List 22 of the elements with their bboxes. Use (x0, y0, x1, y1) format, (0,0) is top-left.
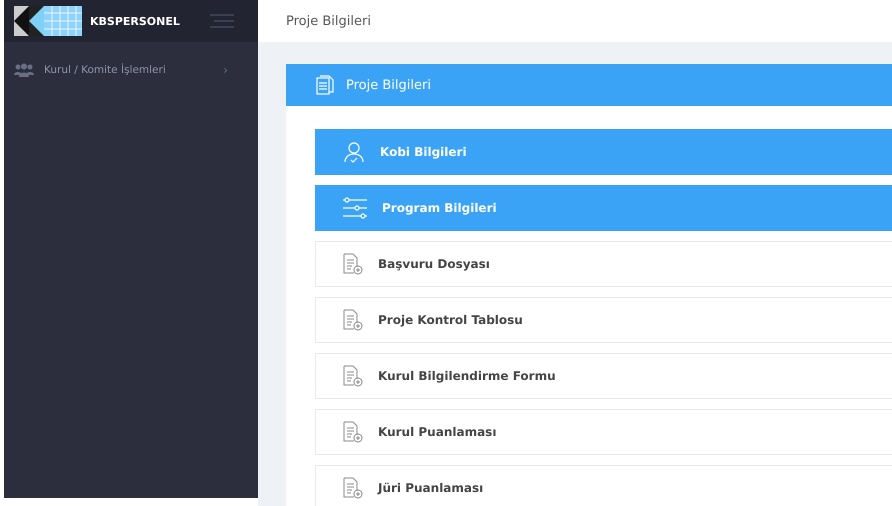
logo-icon (14, 6, 82, 36)
section-button[interactable]: Proje Kontrol Tablosu (315, 297, 892, 343)
document-add-icon (342, 309, 364, 331)
sliders-icon (342, 196, 368, 220)
document-add-icon (342, 365, 364, 387)
sidebar-item[interactable]: Kurul / Komite İşlemleri › (4, 42, 258, 98)
document-add-icon (342, 253, 364, 275)
users-icon (14, 63, 34, 77)
user-icon (342, 140, 366, 164)
chevron: › (223, 63, 228, 77)
section-button[interactable]: Kurul Bilgilendirme Formu (315, 353, 892, 399)
section-button[interactable]: Kurul Puanlaması (315, 409, 892, 455)
sidebar-item-label: Kurul / Komite İşlemleri (44, 64, 167, 76)
document-add-icon (342, 477, 364, 499)
documents-icon (316, 75, 334, 95)
section-button[interactable]: Jüri Puanlaması (315, 465, 892, 506)
document-add-icon (342, 421, 364, 443)
logo-text: KBSPERSONEL (90, 14, 181, 28)
section-button[interactable]: Başvuru Dosyası (315, 241, 892, 287)
panel-title: Proje Bilgileri (346, 78, 431, 92)
page-title: Proje Bilgileri (286, 14, 371, 28)
menu-icon[interactable] (210, 14, 234, 28)
